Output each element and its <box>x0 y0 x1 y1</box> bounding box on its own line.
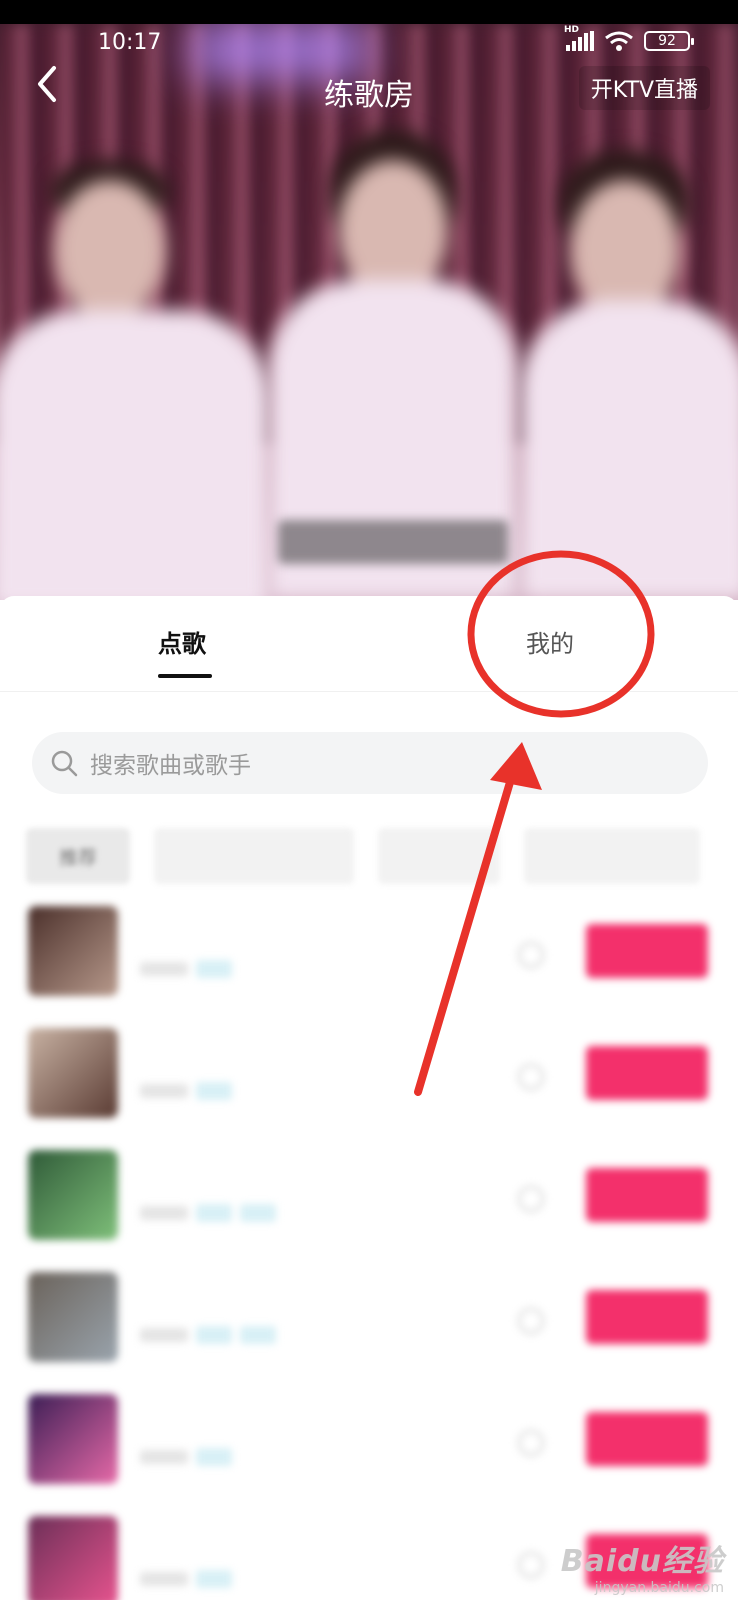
song-artist <box>140 962 188 976</box>
chip-category[interactable] <box>378 828 500 884</box>
song-cover <box>28 1028 118 1118</box>
song-row[interactable] <box>0 1272 738 1372</box>
song-tag <box>196 1448 232 1466</box>
song-row[interactable] <box>0 1394 738 1494</box>
start-ktv-live-button[interactable]: 开KTV直播 <box>578 66 710 110</box>
favorite-icon[interactable] <box>518 1430 544 1456</box>
song-meta <box>140 1570 232 1588</box>
watermark-url: jingyan.baidu.com <box>594 1580 724 1596</box>
favorite-icon[interactable] <box>518 1064 544 1090</box>
tab-bar: 点歌 我的 <box>0 596 738 692</box>
favorite-icon[interactable] <box>518 942 544 968</box>
song-cover <box>28 1272 118 1362</box>
status-time: 10:17 <box>98 30 162 55</box>
battery-icon: 92 <box>644 31 694 51</box>
favorite-icon[interactable] <box>518 1186 544 1212</box>
search-icon <box>51 750 78 777</box>
song-tag <box>196 1570 232 1588</box>
song-artist <box>140 1084 188 1098</box>
video-subtitle <box>278 520 508 564</box>
song-meta <box>140 1326 276 1344</box>
sing-button[interactable] <box>586 1168 708 1222</box>
song-artist <box>140 1328 188 1342</box>
song-tag <box>240 1326 276 1344</box>
song-artist <box>140 1450 188 1464</box>
song-meta <box>140 1448 232 1466</box>
chip-category[interactable] <box>524 828 700 884</box>
sing-button[interactable] <box>586 1046 708 1100</box>
song-row[interactable] <box>0 1028 738 1128</box>
singer-left <box>0 150 280 600</box>
song-meta <box>140 1082 232 1100</box>
song-tag <box>240 1204 276 1222</box>
status-icons: HD 92 <box>564 25 694 52</box>
active-tab-indicator <box>158 674 212 678</box>
category-chips: 推荐 <box>26 828 738 884</box>
song-meta <box>140 960 232 978</box>
song-meta <box>140 1204 276 1222</box>
cellular-signal-icon: HD <box>564 25 594 51</box>
favorite-icon[interactable] <box>518 1552 544 1578</box>
tab-request-song[interactable]: 点歌 <box>158 624 206 659</box>
song-picker-sheet: 点歌 我的 搜索歌曲或歌手 推荐 <box>0 596 738 1600</box>
song-tag <box>196 1326 232 1344</box>
song-tag <box>196 1082 232 1100</box>
status-bar-background <box>0 0 738 24</box>
live-video-preview[interactable]: 10:17 HD 92 练歌房 开KTV直播 <box>0 0 738 600</box>
song-tag <box>196 1204 232 1222</box>
chip-category[interactable] <box>154 828 354 884</box>
watermark: Baidu经验 jingyan.baidu.com <box>561 1536 724 1596</box>
song-cover <box>28 1150 118 1240</box>
song-cover <box>28 906 118 996</box>
sing-button[interactable] <box>586 1290 708 1344</box>
song-row[interactable] <box>0 906 738 1006</box>
sing-button[interactable] <box>586 924 708 978</box>
song-cover <box>28 1394 118 1484</box>
watermark-brand: Baidu经验 <box>560 1544 724 1579</box>
song-tag <box>196 960 232 978</box>
chip-recommend[interactable]: 推荐 <box>26 828 130 884</box>
tab-mine[interactable]: 我的 <box>526 624 574 659</box>
sing-button[interactable] <box>586 1412 708 1466</box>
song-artist <box>140 1206 188 1220</box>
search-placeholder: 搜索歌曲或歌手 <box>90 753 251 779</box>
search-input[interactable]: 搜索歌曲或歌手 <box>32 732 708 794</box>
song-artist <box>140 1572 188 1586</box>
song-cover <box>28 1516 118 1600</box>
singer-right <box>520 150 738 600</box>
wifi-icon <box>605 31 633 51</box>
favorite-icon[interactable] <box>518 1308 544 1334</box>
song-row[interactable] <box>0 1150 738 1250</box>
